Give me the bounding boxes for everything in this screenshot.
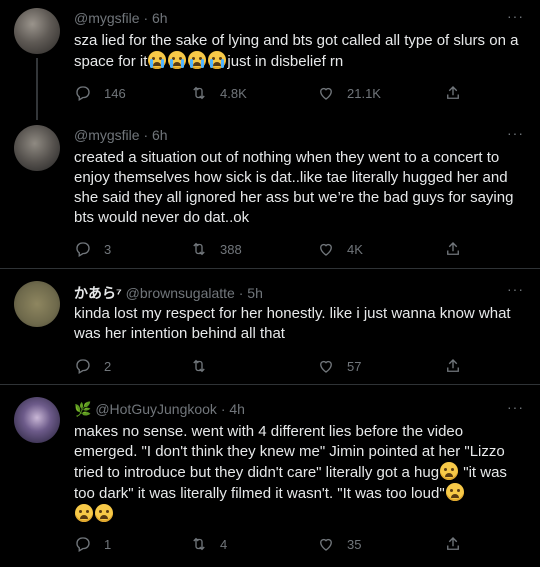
like-button[interactable]: 21.1K — [317, 83, 381, 103]
more-icon[interactable]: ··· — [507, 399, 524, 415]
pleading-face-emoji-icon — [440, 462, 459, 480]
handle[interactable]: @mygsfile — [74, 127, 140, 143]
timestamp[interactable]: 6h — [152, 10, 168, 26]
more-icon[interactable]: ··· — [507, 281, 524, 297]
tweet-text: sza lied for the sake of lying and bts g… — [74, 31, 530, 72]
reply-button[interactable]: 1 — [74, 534, 111, 554]
more-icon[interactable]: ··· — [507, 125, 524, 141]
loudly-crying-emoji-icon — [168, 51, 187, 69]
leaf-icon: 🌿 — [74, 401, 92, 417]
retweet-icon — [193, 359, 205, 373]
timestamp[interactable]: 6h — [152, 127, 168, 143]
retweet-count: 4 — [220, 536, 228, 552]
reply-icon — [76, 86, 90, 101]
avatar[interactable] — [14, 125, 60, 171]
share-icon — [447, 359, 459, 372]
like-button[interactable]: 57 — [317, 356, 361, 376]
tweet-text: created a situation out of nothing when … — [74, 149, 518, 226]
timestamp[interactable]: 4h — [229, 401, 245, 417]
retweet-count: 388 — [220, 241, 242, 257]
action-bar: 2 57 — [74, 356, 474, 376]
reply-icon — [76, 359, 90, 374]
pleading-face-emoji-icon — [75, 504, 93, 522]
retweet-button[interactable]: 4.8K — [190, 83, 247, 103]
reply-button[interactable]: 3 — [74, 239, 111, 259]
retweet-button[interactable]: 4 — [190, 534, 227, 554]
tweet-text-part: just in disbelief rn — [227, 53, 344, 70]
separator: · — [143, 10, 149, 26]
retweet-icon — [193, 86, 205, 100]
retweet-icon — [193, 242, 205, 256]
reply-icon — [76, 242, 90, 257]
avatar[interactable] — [14, 8, 60, 54]
tweet-text: makes no sense. went with 4 different li… — [74, 422, 530, 525]
reply-count: 1 — [104, 536, 112, 552]
tweet-header: @mygsfile · 6h — [74, 10, 168, 26]
thread-line — [36, 58, 38, 120]
share-icon — [447, 537, 459, 550]
handle[interactable]: @mygsfile — [74, 10, 140, 26]
handle[interactable]: @brownsugalatte — [126, 285, 235, 301]
like-count: 35 — [347, 536, 362, 552]
tweet-header: @mygsfile · 6h — [74, 127, 168, 143]
reply-icon — [76, 537, 90, 552]
retweet-button[interactable] — [190, 356, 220, 376]
tweet-header: かあら⁷ @brownsugalatte · 5h — [74, 283, 263, 303]
action-bar: 1 4 35 — [74, 534, 474, 554]
heart-icon — [320, 538, 332, 551]
display-name[interactable]: かあら⁷ — [74, 285, 122, 301]
reply-count: 3 — [104, 241, 112, 257]
tweet-4[interactable]: 🌿 @HotGuyJungkook · 4h ··· makes no sens… — [0, 385, 540, 567]
retweet-icon — [193, 537, 205, 551]
share-icon — [447, 242, 459, 255]
like-count: 57 — [347, 358, 362, 374]
reply-button[interactable]: 146 — [74, 83, 126, 103]
heart-icon — [320, 243, 332, 256]
reply-button[interactable]: 2 — [74, 356, 111, 376]
share-button[interactable] — [444, 239, 462, 259]
like-button[interactable]: 35 — [317, 534, 361, 554]
avatar[interactable] — [14, 281, 60, 327]
pleading-face-emoji-icon — [445, 483, 464, 501]
tweet-2[interactable]: @mygsfile · 6h ··· created a situation o… — [0, 115, 540, 268]
like-count: 4K — [347, 241, 363, 257]
timestamp[interactable]: 5h — [247, 285, 263, 301]
handle[interactable]: @HotGuyJungkook — [95, 401, 217, 417]
reply-count: 2 — [104, 358, 112, 374]
separator: · — [143, 127, 149, 143]
like-count: 21.1K — [347, 85, 381, 101]
retweet-button[interactable]: 388 — [190, 239, 242, 259]
action-bar: 3 388 4K — [74, 239, 474, 259]
share-icon — [447, 86, 459, 99]
like-button[interactable]: 4K — [317, 239, 363, 259]
more-icon[interactable]: ··· — [507, 8, 524, 24]
separator: · — [238, 285, 244, 301]
pleading-face-emoji-icon — [95, 504, 113, 522]
share-button[interactable] — [444, 356, 462, 376]
share-button[interactable] — [444, 534, 462, 554]
action-bar: 146 4.8K 21.1K — [74, 83, 474, 103]
separator: · — [220, 401, 226, 417]
reply-count: 146 — [104, 85, 126, 101]
tweet-1[interactable]: @mygsfile · 6h ··· sza lied for the sake… — [0, 0, 540, 120]
avatar[interactable] — [14, 397, 60, 443]
tweet-3[interactable]: かあら⁷ @brownsugalatte · 5h ··· kinda lost… — [0, 269, 540, 384]
loudly-crying-emoji-icon — [148, 51, 167, 69]
loudly-crying-emoji-icon — [208, 51, 227, 69]
tweet-text: kinda lost my respect for her honestly. … — [74, 305, 515, 342]
loudly-crying-emoji-icon — [188, 51, 207, 69]
retweet-count: 4.8K — [220, 85, 247, 101]
heart-icon — [320, 87, 332, 100]
tweet-header: 🌿 @HotGuyJungkook · 4h — [74, 401, 245, 418]
share-button[interactable] — [444, 83, 462, 103]
heart-icon — [320, 360, 332, 373]
